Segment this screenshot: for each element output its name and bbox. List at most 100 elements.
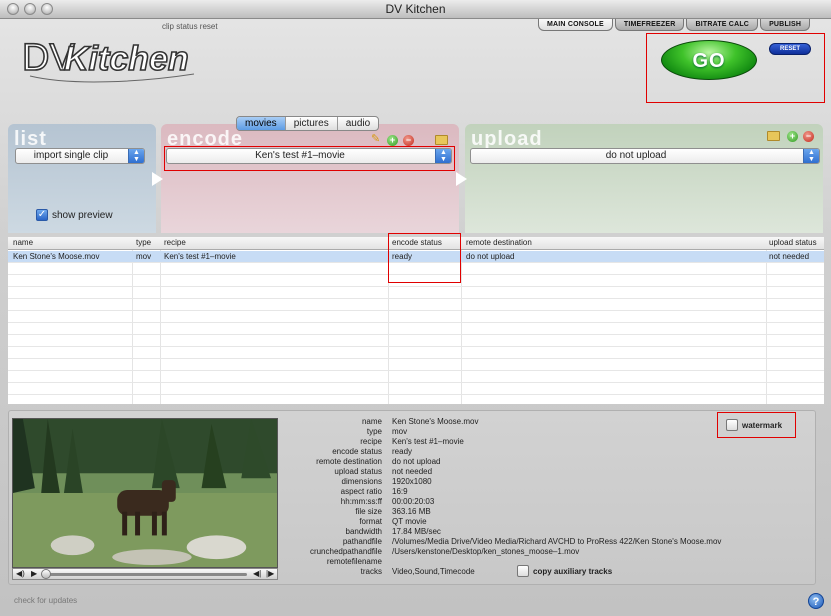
table-row[interactable] — [8, 371, 824, 383]
remove-icon[interactable]: − — [803, 131, 814, 142]
detail-value: /Volumes/Media Drive/Video Media/Richard… — [392, 537, 722, 546]
check-updates-link[interactable]: check for updates — [14, 596, 77, 605]
detail-value: Video,Sound,Timecode — [392, 567, 475, 576]
window-title: DV Kitchen — [385, 2, 446, 16]
play-icon[interactable]: ▶ — [31, 569, 37, 578]
detail-value: mov — [392, 427, 408, 436]
watermark-row[interactable]: watermark — [726, 419, 782, 431]
table-row[interactable] — [8, 323, 824, 335]
detail-key: dimensions — [341, 477, 382, 486]
list-panel: list import single clip ▲ ▼ ✓ show previe… — [8, 124, 156, 233]
tab-audio[interactable]: audio — [338, 117, 378, 130]
detail-key: format — [359, 517, 382, 526]
tab-movies[interactable]: movies — [237, 117, 286, 130]
cell-upload-status: not needed — [769, 252, 810, 261]
list-source-value: import single clip — [33, 150, 109, 161]
dv-kitchen-logo: DV Kitchen — [22, 36, 195, 83]
detail-value: /Users/kenstone/Desktop/ken_stones_moose… — [392, 547, 580, 556]
tab-main-console[interactable]: MAIN CONSOLE — [538, 19, 613, 31]
scrubber-handle[interactable] — [41, 569, 51, 579]
detail-key: remote destination — [316, 457, 382, 466]
column-header-upload-status[interactable]: upload status — [769, 237, 817, 249]
detail-value: ready — [392, 447, 413, 456]
detail-value: 363.16 MB — [392, 507, 431, 516]
detail-key: recipe — [360, 437, 382, 446]
cell-name: Ken Stone's Moose.mov — [13, 252, 100, 261]
detail-key: encode status — [332, 447, 382, 456]
detail-key: upload status — [334, 467, 382, 476]
detail-key: crunchedpathandfile — [309, 547, 382, 556]
tab-pictures[interactable]: pictures — [286, 117, 338, 130]
cell-recipe: Ken's test #1–movie — [164, 252, 236, 261]
encode-status-highlight-box — [388, 233, 461, 283]
watermark-checkbox[interactable] — [726, 419, 738, 431]
tab-bitrate-calc[interactable]: BITRATE CALC — [686, 19, 759, 31]
add-icon[interactable]: + — [387, 135, 398, 146]
upload-panel: upload + − do not upload ▲ ▼ — [465, 124, 823, 233]
show-preview-label: show preview — [52, 209, 113, 221]
table-row[interactable] — [8, 287, 824, 299]
table-row[interactable] — [8, 335, 824, 347]
column-header-name[interactable]: name — [13, 237, 33, 249]
table-row[interactable] — [8, 311, 824, 323]
show-preview-row[interactable]: ✓ show preview — [36, 209, 113, 221]
detail-value: 17.84 MB/sec — [392, 527, 441, 536]
table-row[interactable] — [8, 347, 824, 359]
detail-value: Ken's test #1–movie — [392, 437, 464, 446]
detail-value: 00:00:20:03 — [392, 497, 435, 506]
chevron-updown-icon: ▲ ▼ — [128, 149, 144, 163]
copy-aux-tracks-row[interactable]: copy auxiliary tracks — [517, 565, 612, 577]
minimize-window-button[interactable] — [24, 3, 36, 15]
detail-value: 16:9 — [392, 487, 408, 496]
folder-icon[interactable] — [767, 131, 780, 141]
table-row[interactable] — [8, 299, 824, 311]
folder-icon[interactable] — [435, 135, 448, 145]
detail-key: pathandfile — [342, 537, 382, 546]
chevron-updown-icon: ▲ ▼ — [803, 149, 819, 163]
window-controls — [7, 3, 53, 15]
list-source-select[interactable]: import single clip ▲ ▼ — [15, 148, 145, 164]
zoom-window-button[interactable] — [41, 3, 53, 15]
detail-key: name — [361, 417, 382, 426]
go-button[interactable]: GO — [661, 40, 757, 80]
column-header-recipe[interactable]: recipe — [164, 237, 186, 249]
copy-aux-tracks-label: copy auxiliary tracks — [533, 566, 613, 576]
encode-panel: encode ✎ + − Ken's test #1–movie ▲ ▼ — [161, 124, 459, 233]
detail-value: do not upload — [392, 457, 441, 466]
detail-key: type — [366, 427, 382, 436]
column-header-remote-destination[interactable]: remote destination — [466, 237, 532, 249]
column-header-type[interactable]: type — [136, 237, 151, 249]
cell-remote-destination: do not upload — [466, 252, 515, 261]
detail-value: 1920x1080 — [392, 477, 432, 486]
add-icon[interactable]: + — [787, 131, 798, 142]
volume-icon[interactable]: ◀) — [16, 569, 25, 578]
show-preview-checkbox[interactable]: ✓ — [36, 209, 48, 221]
scrubber-track[interactable] — [43, 573, 247, 576]
table-row[interactable] — [8, 359, 824, 371]
detail-key: aspect ratio — [340, 487, 382, 496]
encode-highlight-box — [164, 146, 455, 171]
upload-destination-select[interactable]: do not upload ▲ ▼ — [470, 148, 820, 164]
flow-arrow-icon — [456, 172, 467, 186]
detail-key: hh:mm:ss:ff — [340, 497, 382, 506]
remove-icon[interactable]: − — [403, 135, 414, 146]
table-row[interactable] — [8, 383, 824, 395]
upload-destination-value: do not upload — [605, 150, 667, 161]
app-window: DV Kitchen clip status reset MAIN CONSOL… — [0, 0, 831, 616]
tab-timefreezer[interactable]: TIMEFREEZER — [614, 19, 685, 31]
help-button[interactable]: ? — [808, 593, 824, 609]
detail-key: bandwidth — [345, 527, 382, 536]
detail-key: remotefilename — [326, 557, 382, 566]
main-tabs: MAIN CONSOLE TIMEFREEZER BITRATE CALC PU… — [538, 19, 811, 31]
pencil-icon[interactable]: ✎ — [371, 133, 383, 145]
detail-key: tracks — [360, 567, 382, 576]
tab-publish[interactable]: PUBLISH — [760, 19, 811, 31]
copy-aux-tracks-checkbox[interactable] — [517, 565, 529, 577]
detail-value: not needed — [392, 467, 433, 476]
cell-type: mov — [136, 252, 152, 261]
watermark-label: watermark — [742, 420, 783, 430]
logo-kitchen: Kitchen — [64, 40, 189, 78]
detail-key: file size — [355, 507, 382, 516]
close-window-button[interactable] — [7, 3, 19, 15]
reset-button[interactable]: RESET — [769, 43, 811, 55]
